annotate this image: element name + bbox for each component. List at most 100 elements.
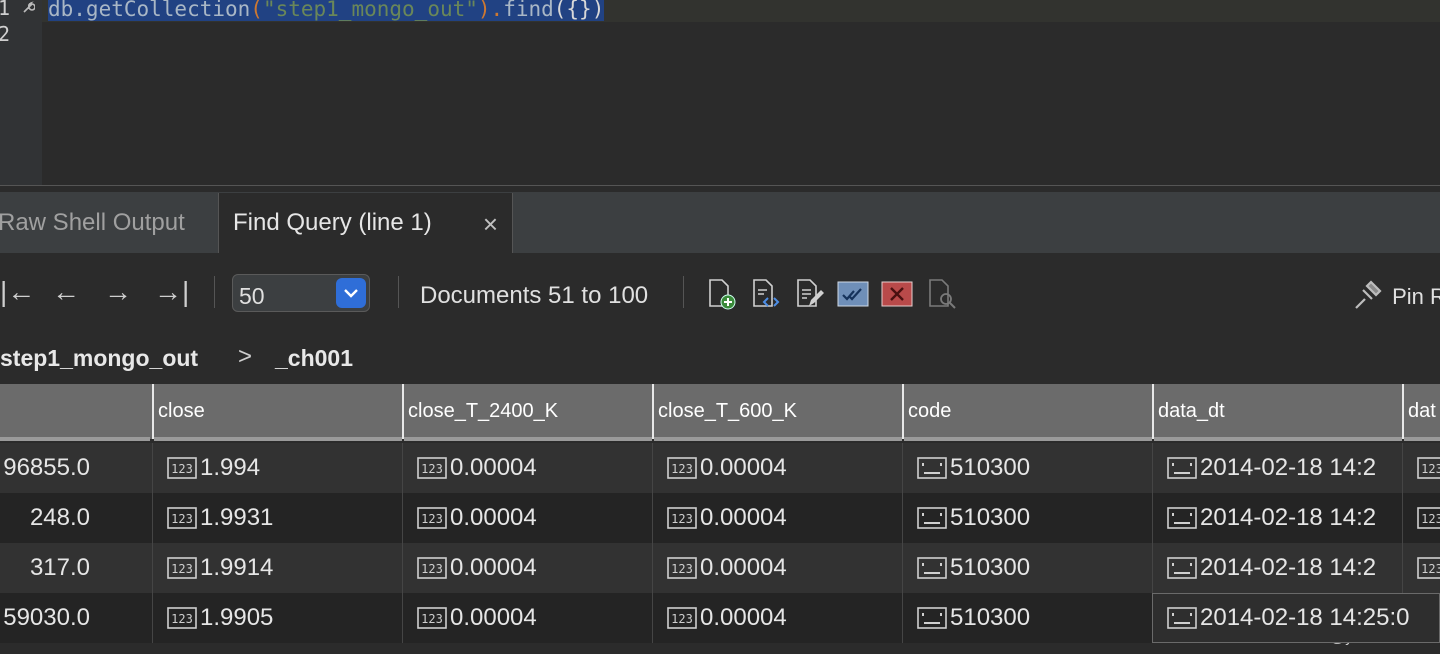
next-page-button[interactable]: → [104,276,132,308]
page-size-select[interactable]: 50 [232,274,370,312]
number-type-icon: 123 [167,507,197,529]
table-cell[interactable]: 510300 [902,543,1152,593]
number-type-icon: 123 [167,457,197,479]
table-cell[interactable]: 123 0.00004 [652,493,902,543]
table-cell[interactable]: 59030.0 [0,593,152,643]
breadcrumb-field[interactable]: _ch001 [275,345,353,372]
edit-json-icon[interactable] [749,278,781,310]
chevron-right-icon: > [238,343,253,370]
cell-value: 2014-02-18 14:2 [1200,504,1377,531]
number-type-icon: 123 [417,457,447,479]
table-cell[interactable]: 123 0.00004 [652,443,902,493]
table-cell[interactable]: 123 0.00004 [402,593,652,643]
inspect-icon[interactable] [925,278,957,310]
svg-text:123: 123 [671,612,693,626]
svg-text:123: 123 [421,512,443,526]
panel-splitter[interactable] [0,185,1440,193]
table-cell[interactable]: 2014-02-18 14:2 [1152,493,1402,543]
table-cell[interactable]: 510300 [902,493,1152,543]
cell-value: 2014-02-18 14:25:0 [1200,604,1410,631]
column-header[interactable]: data_dt [1152,384,1402,439]
cell-value: 0.00004 [450,504,537,531]
table-row[interactable]: 248.0 123 1.9931 123 0.00004 123 0.00004 510300… [0,493,1440,543]
result-tab-bar: Raw Shell Output Find Query (line 1) × [0,193,1440,254]
close-icon[interactable]: × [483,209,498,240]
results-table: close close_T_2400_K close_T_600_K code data… [0,384,1440,654]
tab-raw-shell-output[interactable]: Raw Shell Output [0,193,212,253]
table-cell[interactable]: 123 [1402,493,1440,543]
code-function: db.getCollection [48,0,251,21]
cell-value: 510300 [950,604,1031,631]
toolbar-separator [214,276,215,308]
column-header[interactable] [0,384,152,439]
page-size-value: 50 [239,283,265,309]
table-cell[interactable]: 123 1.9905 [152,593,402,643]
table-cell[interactable]: 2014-02-18 14:2 [1152,443,1402,493]
cell-value: 510300 [950,554,1031,581]
string-type-icon [1167,607,1197,629]
pin-button[interactable]: Pin R [1352,280,1440,310]
code-paren: ( [250,0,263,21]
table-cell[interactable]: 2014-02-18 14:25:0 [1152,593,1440,643]
table-cell[interactable]: 510300 [902,593,1152,643]
breadcrumb-collection[interactable]: step1_mongo_out [0,345,198,372]
tab-find-query[interactable]: Find Query (line 1) × [218,193,513,253]
svg-text:123: 123 [171,612,193,626]
line-number: 1 [0,0,11,20]
column-header[interactable]: dat [1402,384,1440,439]
validate-icon[interactable] [837,278,869,310]
table-row[interactable]: 96855.0 123 1.994 123 0.00004 123 0.00004 51030… [0,443,1440,493]
table-cell[interactable]: 248.0 [0,493,152,543]
line-number: 2 [0,22,11,46]
svg-text:123: 123 [421,462,443,476]
cell-value: 510300 [950,504,1031,531]
table-cell[interactable]: 123 0.00004 [402,543,652,593]
svg-text:123: 123 [421,612,443,626]
previous-page-button[interactable]: ← [52,276,80,308]
number-type-icon: 123 [167,557,197,579]
table-cell[interactable]: 123 1.994 [152,443,402,493]
column-header[interactable]: close_T_2400_K [402,384,652,439]
last-page-button[interactable]: →| [154,276,189,308]
table-cell[interactable]: 510300 [902,443,1152,493]
table-row[interactable]: 317.0 123 1.9914 123 0.00004 123 0.00004 510300… [0,543,1440,593]
add-document-icon[interactable] [705,278,737,310]
table-row[interactable]: 59030.0 123 1.9905 123 0.00004 123 0.00004 5103… [0,593,1440,643]
table-cell[interactable]: 123 0.00004 [402,493,652,543]
table-cell[interactable]: 317.0 [0,543,152,593]
first-page-button[interactable]: |← [0,276,35,308]
svg-text:123: 123 [671,512,693,526]
table-cell[interactable]: 123 1.9931 [152,493,402,543]
column-header-underline [1154,437,1402,441]
delete-icon[interactable] [881,278,913,310]
table-cell[interactable]: 123 1.9914 [152,543,402,593]
cell-value: 317.0 [29,554,90,581]
column-header[interactable]: close_T_600_K [652,384,902,439]
cell-value: 0.00004 [700,554,787,581]
tab-label: Raw Shell Output [0,209,185,236]
cell-value: 0.00004 [700,504,787,531]
number-type-icon: 123 [1417,457,1440,479]
table-cell[interactable]: 123 0.00004 [652,543,902,593]
table-cell[interactable]: 123 [1402,543,1440,593]
code-method: find [503,0,554,21]
string-type-icon [917,607,947,629]
table-cell[interactable]: 123 [1402,443,1440,493]
cell-value: 59030.0 [3,604,90,631]
edit-document-icon[interactable] [793,278,825,310]
table-header: close close_T_2400_K close_T_600_K code data… [0,384,1440,441]
table-cell[interactable]: 96855.0 [0,443,152,493]
cell-value: 248.0 [29,504,90,531]
table-cell[interactable]: 123 0.00004 [402,443,652,493]
query-editor[interactable]: 1 2 db.getCollection("step1_mongo_out").… [0,0,1440,185]
toolbar-separator [398,276,399,308]
column-header[interactable]: close [152,384,402,439]
tab-label: Find Query (line 1) [233,209,432,236]
table-cell[interactable]: 123 0.00004 [652,593,902,643]
column-header[interactable]: code [902,384,1152,439]
chevron-down-icon[interactable] [336,278,366,308]
table-cell[interactable]: 2014-02-18 14:2 [1152,543,1402,593]
code-line-1[interactable]: db.getCollection("step1_mongo_out").find… [48,0,605,23]
number-type-icon: 123 [667,607,697,629]
toolbar-separator [683,276,684,308]
